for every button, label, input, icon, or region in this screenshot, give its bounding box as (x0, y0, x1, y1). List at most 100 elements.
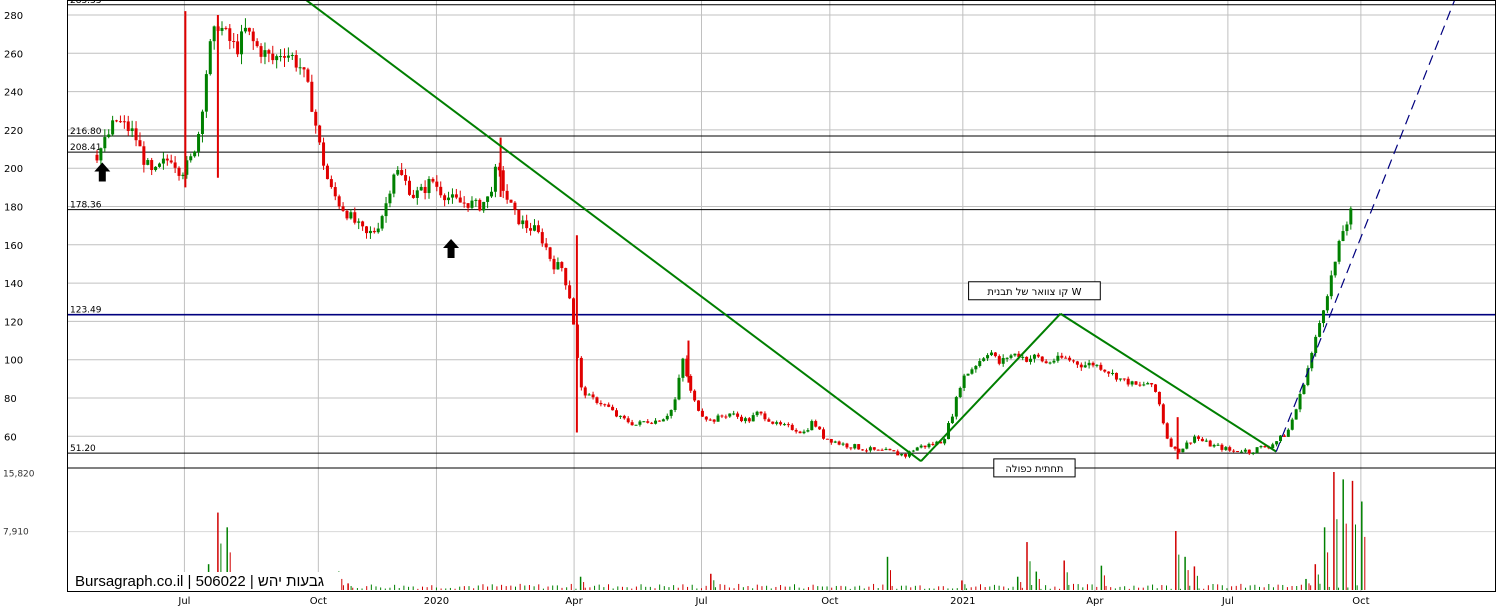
price-candle-body (361, 221, 365, 227)
price-candle-body (122, 121, 126, 123)
price-candle-body (892, 450, 896, 452)
price-candle-body (927, 443, 931, 448)
price-candle-body (286, 55, 290, 58)
price-candle-body (1333, 261, 1337, 276)
price-candle-body (1321, 310, 1325, 324)
price-candle-body (130, 128, 134, 131)
price-candle-body (782, 424, 786, 426)
price-candle-body (1068, 357, 1072, 361)
annotation-text: תחתית כפולה (1005, 464, 1063, 475)
price-candle-body (798, 431, 802, 434)
price-candle-body (1060, 355, 1064, 358)
level-label: 51.20 (70, 444, 96, 454)
price-candle-body (454, 194, 458, 198)
price-candle-body (693, 390, 697, 401)
y-tick-label: 140 (4, 279, 23, 290)
price-candle-body (1072, 360, 1075, 362)
price-candle-body (697, 400, 701, 411)
price-candle-body (529, 228, 533, 231)
price-candle-body (314, 111, 318, 126)
y-tick-label: 220 (4, 126, 23, 137)
y-tick-label: 280 (4, 11, 23, 22)
price-candle-body (650, 422, 654, 424)
y-tick-label: 180 (4, 203, 23, 214)
price-candle-body (255, 41, 259, 47)
price-candle-body (1157, 391, 1161, 405)
price-candle-body (552, 258, 556, 270)
price-candle-body (989, 352, 993, 356)
price-candle-body (1154, 384, 1158, 392)
price-candle-body (751, 415, 755, 422)
price-candle-body (560, 262, 564, 269)
price-candle-body (638, 421, 642, 425)
price-candle-body (415, 190, 419, 198)
level-label: 123.49 (70, 306, 102, 316)
price-candle-body (161, 158, 165, 164)
price-candle-body (1193, 436, 1197, 443)
price-candle-body (1138, 384, 1142, 386)
price-candle-body (915, 447, 919, 451)
price-candle-body (657, 420, 661, 422)
price-candle-body (532, 225, 536, 231)
price-candle-body (1290, 419, 1294, 430)
price-candle-body (173, 162, 177, 168)
price-candle-body (607, 404, 611, 407)
price-candle-body (681, 358, 685, 378)
price-candle-body (630, 422, 634, 426)
level-label: 178.36 (70, 201, 102, 211)
volume-tick-label: 15,820 (3, 469, 35, 479)
price-candle-body (1099, 364, 1103, 370)
price-candle-body (482, 201, 486, 211)
price-candle-body (447, 197, 451, 201)
price-candle-body (212, 26, 216, 42)
price-candle-body (396, 170, 400, 175)
price-candle-body (419, 186, 423, 191)
price-candle-body (950, 416, 954, 424)
price-candle-body (1204, 440, 1208, 442)
level-label: 216.80 (70, 127, 102, 137)
price-candle-body (1314, 336, 1318, 353)
price-candle-body (294, 55, 298, 68)
price-candle-body (790, 424, 794, 430)
price-candle-body (228, 28, 232, 42)
price-candle-body (115, 120, 119, 122)
price-candle-body (1345, 224, 1349, 232)
x-tick-label: 2020 (424, 596, 449, 606)
price-candle-body (134, 128, 138, 141)
y-tick-label: 240 (4, 88, 23, 99)
price-candle-body (982, 358, 986, 362)
price-candle-body (837, 441, 841, 445)
price-candle-body (204, 74, 208, 112)
price-candle-body (966, 373, 970, 376)
annotation-text: קו צוואר של תבנית W (987, 287, 1081, 298)
price-candle-body (345, 210, 349, 219)
price-candle-body (904, 454, 908, 457)
price-candle-body (1243, 449, 1247, 452)
price-candle-body (99, 148, 103, 161)
price-candle-body (993, 352, 997, 357)
price-candle-body (1302, 384, 1306, 394)
price-candle-body (177, 167, 181, 176)
price-candle-body (1146, 383, 1150, 385)
price-candle-body (1083, 365, 1087, 368)
price-candle-body (540, 232, 544, 244)
price-candle-body (1048, 362, 1052, 364)
price-candle-body (962, 375, 966, 388)
price-candle-body (810, 421, 814, 431)
price-candle-body (525, 220, 529, 229)
price-candle-body (1165, 423, 1169, 439)
y-tick-label: 160 (4, 241, 23, 252)
price-candle-body (759, 411, 763, 414)
price-candle-body (165, 158, 169, 161)
price-candle-body (1142, 384, 1146, 386)
price-candle-body (743, 418, 747, 422)
price-candle-body (849, 447, 853, 449)
price-candle-body (1036, 354, 1040, 357)
price-candle-body (1075, 361, 1079, 365)
price-candle-body (1021, 356, 1025, 358)
y-tick-label: 60 (4, 432, 17, 443)
price-candle-body (400, 170, 404, 176)
price-candle-body (614, 410, 618, 417)
price-candle-body (521, 220, 525, 225)
x-tick-label: Oct (821, 596, 838, 606)
